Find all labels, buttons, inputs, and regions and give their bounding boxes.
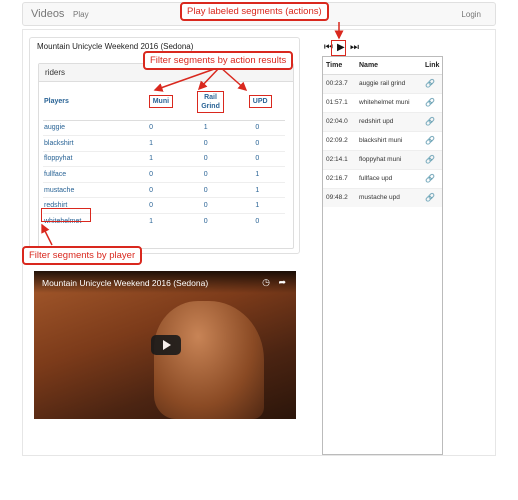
link-icon[interactable]: 🔗 — [425, 117, 435, 126]
play-highlight — [331, 40, 346, 56]
upd-count[interactable]: 0 — [235, 119, 285, 136]
rail-grind-count[interactable]: 1 — [185, 119, 236, 136]
muni-count[interactable]: 1 — [136, 135, 186, 152]
share-icon[interactable]: ➦ — [278, 277, 286, 287]
link-icon[interactable]: 🔗 — [425, 136, 435, 145]
player-link[interactable]: blackshirt — [43, 135, 137, 152]
callout-play-segments: Play labeled segments (actions) — [180, 2, 329, 21]
segment-name: floppyhat muni — [356, 149, 422, 169]
header-time: Time — [323, 57, 356, 75]
muni-count[interactable]: 0 — [136, 181, 186, 198]
player-link[interactable]: auggie — [43, 119, 137, 136]
player-link[interactable]: fullface — [43, 166, 137, 183]
upd-count[interactable]: 0 — [235, 150, 285, 167]
table-row: blackshirt 1 0 0 — [43, 135, 285, 152]
upd-count[interactable]: 0 — [235, 213, 285, 230]
video-play-button[interactable] — [151, 335, 181, 355]
segment-row[interactable]: 02:09.2 blackshirt muni 🔗 — [323, 130, 442, 150]
muni-count[interactable]: 0 — [136, 197, 186, 214]
rail-grind-count[interactable]: 0 — [185, 181, 236, 198]
segment-row[interactable]: 00:23.7 auggie rail grind 🔗 — [323, 73, 442, 93]
upd-count[interactable]: 1 — [235, 181, 285, 198]
table-row: auggie 0 1 0 — [43, 119, 285, 136]
segment-time: 02:04.0 — [323, 111, 356, 131]
table-row: fullface 0 0 1 — [43, 166, 285, 183]
segment-time: 02:16.7 — [323, 168, 356, 188]
callout-filter-actions: Filter segments by action results — [143, 51, 294, 70]
upd-count[interactable]: 0 — [235, 135, 285, 152]
segment-row[interactable]: 02:14.1 floppyhat muni 🔗 — [323, 149, 442, 169]
segment-name: fullface upd — [356, 168, 422, 188]
segment-time: 02:14.1 — [323, 149, 356, 169]
upd-count[interactable]: 1 — [235, 166, 285, 183]
segment-name: whitehelmet muni — [356, 92, 422, 112]
next-icon[interactable]: ⏭ — [350, 42, 359, 54]
rail-grind-count[interactable]: 0 — [185, 166, 236, 183]
link-icon[interactable]: 🔗 — [425, 98, 435, 107]
link-icon[interactable]: 🔗 — [425, 193, 435, 202]
segment-time: 00:23.7 — [323, 73, 356, 93]
segment-row[interactable]: 02:16.7 fullface upd 🔗 — [323, 168, 442, 188]
muni-count[interactable]: 1 — [136, 213, 186, 230]
segment-playlist: Time Name Link 00:23.7 auggie rail grind… — [322, 56, 443, 455]
segment-time: 02:09.2 — [323, 130, 356, 150]
rail-grind-count[interactable]: 0 — [185, 150, 236, 167]
segment-name: blackshirt muni — [356, 130, 422, 150]
link-icon[interactable]: 🔗 — [425, 79, 435, 88]
muni-count[interactable]: 0 — [136, 166, 186, 183]
panel-title: Mountain Unicycle Weekend 2016 (Sedona) — [37, 42, 194, 51]
player-link[interactable]: mustache — [43, 181, 137, 198]
segment-time: 09:48.2 — [323, 187, 356, 207]
video-title[interactable]: Mountain Unicycle Weekend 2016 (Sedona) — [42, 278, 208, 288]
segment-row[interactable]: 09:48.2 mustache upd 🔗 — [323, 187, 442, 207]
segment-row[interactable]: 01:57.1 whitehelmet muni 🔗 — [323, 92, 442, 112]
player-filter-highlight — [41, 208, 91, 222]
table-row: mustache 0 0 1 — [43, 181, 285, 198]
segment-name: auggie rail grind — [356, 73, 422, 93]
header-link: Link — [422, 57, 442, 75]
link-icon[interactable]: 🔗 — [425, 155, 435, 164]
segment-time: 01:57.1 — [323, 92, 356, 112]
rail-grind-count[interactable]: 0 — [185, 197, 236, 214]
segment-row[interactable]: 02:04.0 redshirt upd 🔗 — [323, 111, 442, 131]
header-upd[interactable]: UPD — [235, 84, 285, 121]
segment-name: redshirt upd — [356, 111, 422, 131]
callout-filter-player: Filter segments by player — [22, 246, 143, 265]
muni-count[interactable]: 0 — [136, 119, 186, 136]
header-rail-grind[interactable]: Rail Grind — [185, 84, 236, 121]
watch-later-icon[interactable]: ◷ — [262, 277, 270, 287]
segment-table: Time Name Link 00:23.7 auggie rail grind… — [323, 57, 442, 207]
muni-count[interactable]: 1 — [136, 150, 186, 167]
rail-grind-count[interactable]: 0 — [185, 135, 236, 152]
video-icons: ◷ ➦ — [262, 277, 286, 288]
nav-login-link[interactable]: Login — [461, 10, 481, 19]
header-name: Name — [356, 57, 422, 75]
video-player[interactable]: Mountain Unicycle Weekend 2016 (Sedona) … — [34, 271, 296, 419]
segment-name: mustache upd — [356, 187, 422, 207]
player-link[interactable]: floppyhat — [43, 150, 137, 167]
upd-count[interactable]: 1 — [235, 197, 285, 214]
table-row: floppyhat 1 0 0 — [43, 150, 285, 167]
video-thumbnail-rock — [154, 301, 264, 419]
nav-play-link[interactable]: Play — [73, 10, 89, 19]
brand-link[interactable]: Videos — [31, 8, 64, 20]
link-icon[interactable]: 🔗 — [425, 174, 435, 183]
header-players[interactable]: Players — [43, 84, 137, 121]
header-muni[interactable]: Muni — [136, 84, 186, 121]
rail-grind-count[interactable]: 0 — [185, 213, 236, 230]
